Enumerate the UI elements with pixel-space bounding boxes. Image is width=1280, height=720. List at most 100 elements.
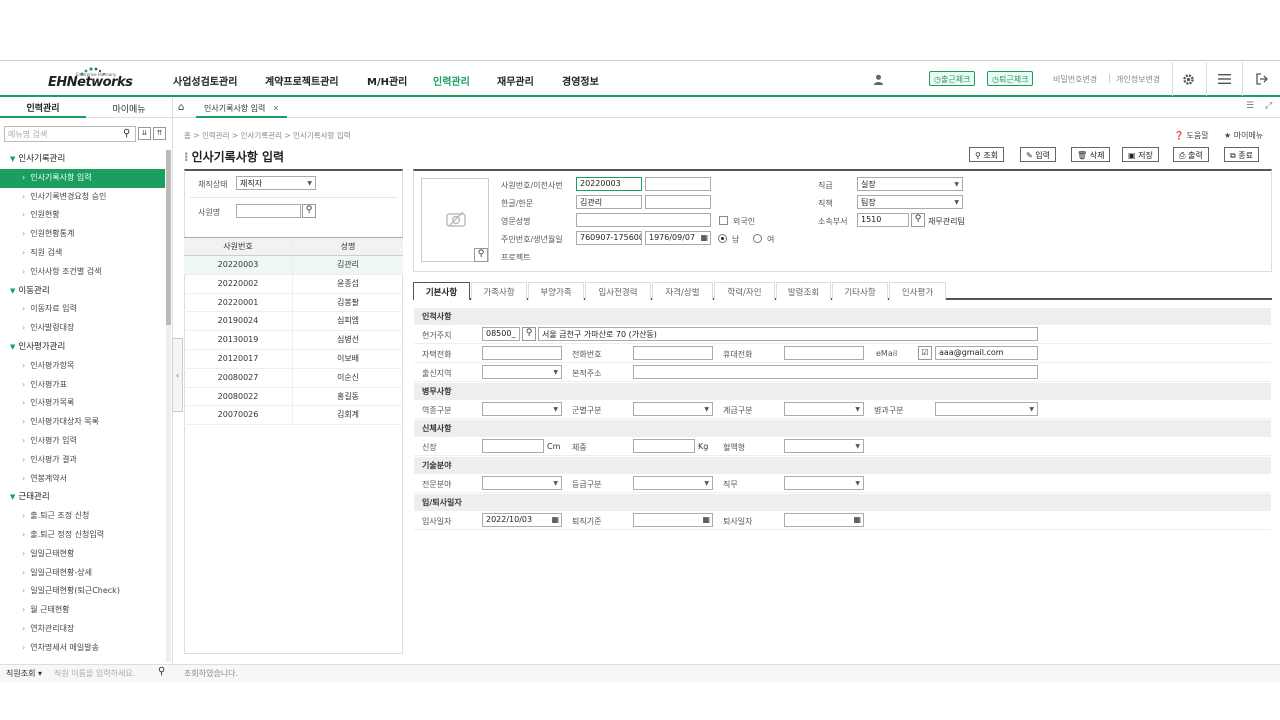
search-button[interactable]: ⚲ 조회 [969,147,1005,162]
menu-item[interactable]: › 인사기록변경요청 승인 [0,188,165,207]
name-search-input[interactable] [236,204,301,218]
tab-my-menu[interactable]: 마이메뉴 [86,98,172,118]
menu-item[interactable]: › 인원현황 [0,206,165,225]
name-han-input[interactable] [645,195,711,209]
password-change-link[interactable]: 비밀번호변경 [1053,74,1097,85]
help-link[interactable]: ❓ 도움말 [1174,130,1209,141]
retire-date-input[interactable]: ▦ [784,513,864,527]
menu-item[interactable]: › 일일근태현황-상세 [0,564,165,583]
phone-input[interactable] [633,346,713,360]
menu-group[interactable]: ▼ 인사기록관리 [0,150,165,169]
dept-code-input[interactable]: 1510 [857,213,909,227]
employee-lookup-input[interactable]: 직원 이름을 입력하세요. [54,668,135,679]
tab-hr-menu[interactable]: 인력관리 [0,98,86,118]
company-logo[interactable]: Enterprise Harmony EHNetworks [46,66,136,94]
detail-tab[interactable]: 기타사항 [832,282,888,300]
nav-hr-management[interactable]: 인력관리 [433,73,470,88]
collapse-all-icon[interactable]: ⇈ [153,127,166,140]
nav-finance[interactable]: 재무관리 [497,73,534,88]
name-eng-input[interactable] [576,213,711,227]
table-row[interactable]: 20220001 김봉팔 [184,293,403,313]
print-button[interactable]: ⎙ 출력 [1173,147,1209,162]
origin-address-input[interactable] [633,365,1038,379]
name-kor-input[interactable]: 김관리 [576,195,642,209]
save-button[interactable]: ▣ 저장 [1122,147,1159,162]
military-type-select[interactable]: ▼ [482,402,562,416]
detail-tab[interactable]: 발령조회 [776,282,831,300]
home-phone-input[interactable] [482,346,562,360]
table-row[interactable]: 20080027 이순신 [184,368,403,388]
address-input[interactable]: 서울 금천구 가마산로 70 (가산동) [538,327,1038,341]
menu-group[interactable]: ▼ 이동관리 [0,282,165,301]
military-spec-select[interactable]: ▼ [935,402,1038,416]
menu-item[interactable]: › 인사평가항목 [0,357,165,376]
search-icon[interactable]: ⚲ [158,666,165,677]
position-select[interactable]: 팀장 ▼ [857,195,963,209]
detail-tab[interactable]: 인사평가 [889,282,946,300]
profile-change-link[interactable]: 개인정보변경 [1116,74,1160,85]
zip-input[interactable]: 08500_ [482,327,520,341]
height-input[interactable] [482,439,544,453]
employee-lookup-select[interactable]: 직원조회 ▾ [6,668,42,679]
expand-window-icon[interactable]: ⤢ [1265,101,1272,111]
military-rank-select[interactable]: ▼ [784,402,864,416]
detail-tab[interactable]: 자격/상벌 [652,282,713,300]
page-tab-hr-record[interactable]: 인사기록사항 입력 ✕ [196,100,288,118]
menu-item[interactable]: › 인사평가 결과 [0,451,165,470]
menu-item[interactable]: › 인사평가대상자 목록 [0,413,165,432]
menu-item[interactable]: ›휴가신청자 신청서 [0,658,165,663]
male-radio[interactable] [718,234,727,243]
menu-item[interactable]: › 연차관리대장 [0,620,165,639]
menu-group[interactable]: ▼ 인사평가관리 [0,338,165,357]
menu-item[interactable]: › 인사평가목록 [0,394,165,413]
mymenu-link[interactable]: ★ 마이메뉴 [1224,130,1263,141]
email-input[interactable]: aaa@gmail.com [935,346,1038,360]
zoom-icon[interactable]: ⚲ [474,248,488,262]
table-row[interactable]: 20120017 이보배 [184,349,403,369]
collapse-panel-button[interactable]: ‹ [172,338,183,412]
home-icon[interactable]: ⌂ [178,102,184,113]
duty-select[interactable]: ▼ [784,476,864,490]
tech-field-select[interactable]: ▼ [482,476,562,490]
birthplace-select[interactable]: ▼ [482,365,562,379]
menu-item[interactable]: › 연봉계약서 [0,470,165,489]
nav-management-info[interactable]: 경영정보 [562,73,599,88]
nav-business-review[interactable]: 사업성검토관리 [173,73,237,88]
table-row[interactable]: 20130019 심병선 [184,331,403,350]
list-icon[interactable]: ☰ [1246,101,1254,111]
menu-item[interactable]: › 이동자료 입력 [0,300,165,319]
table-row[interactable]: 20070026 김회계 [184,406,403,426]
menu-item[interactable]: › 인사발령대장 [0,319,165,338]
gear-icon[interactable] [1178,70,1198,88]
detail-tab[interactable]: 기본사항 [413,282,470,300]
mobile-input[interactable] [784,346,864,360]
col-header-id[interactable]: 사원번호 [184,238,293,255]
col-header-name[interactable]: 성명 [293,238,403,255]
detail-tab[interactable]: 입사전경력 [585,282,651,300]
menu-item[interactable]: › 인사평가 입력 [0,432,165,451]
detail-tab[interactable]: 가족사항 [471,282,527,300]
tech-grade-select[interactable]: ▼ [633,476,713,490]
check-in-button[interactable]: ◷출근체크 [929,71,976,86]
rank-select[interactable]: 실장 ▼ [857,177,963,191]
user-icon[interactable] [868,70,888,88]
close-icon[interactable]: ✕ [272,104,279,113]
blood-type-select[interactable]: ▼ [784,439,864,453]
nav-contract-project[interactable]: 계약프로젝트관리 [265,73,339,88]
menu-item[interactable]: › 인사사항 조건별 검색 [0,263,165,282]
weight-input[interactable] [633,439,695,453]
table-row[interactable]: 20190024 심피엠 [184,312,403,332]
female-radio[interactable] [753,234,762,243]
menu-item[interactable]: › 출.퇴근 정정 신청입력 [0,526,165,545]
military-branch-select[interactable]: ▼ [633,402,713,416]
join-date-input[interactable]: 2022/10/03 ▦ [482,513,562,527]
menu-item[interactable]: › 일일근태현황 [0,545,165,564]
menu-item[interactable]: › 인사평가표 [0,376,165,395]
table-row[interactable]: 20220002 윤종섭 [184,274,403,294]
menu-item[interactable]: › 인원현황통계 [0,225,165,244]
status-select[interactable]: 재직자 ▼ [236,176,316,190]
logout-icon[interactable] [1252,70,1272,88]
close-button[interactable]: ⧉ 종료 [1224,147,1259,162]
menu-item[interactable]: › 직원 검색 [0,244,165,263]
menu-item[interactable]: › 출.퇴근 조정 신청 [0,507,165,526]
